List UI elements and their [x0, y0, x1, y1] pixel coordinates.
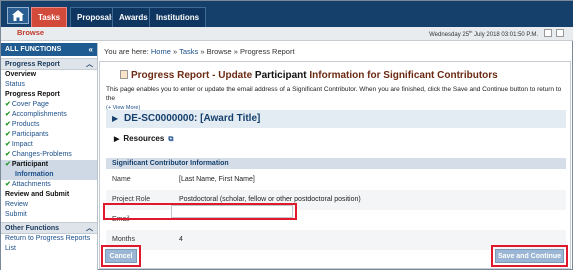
sidebar-item-products[interactable]: ✔Products [5, 120, 97, 130]
sidebar-item-accomplishments[interactable]: ✔Accomplishments [5, 110, 97, 120]
breadcrumb-tasks[interactable]: Tasks [179, 47, 198, 56]
collapse-icon[interactable]: « [89, 43, 93, 56]
check-icon: ✔ [5, 101, 11, 108]
date-display: Wednesday 25th July 2018 03:01:50 P.M. [429, 29, 538, 38]
check-icon: ✔ [5, 131, 11, 138]
sidebar-item-cover-page[interactable]: ✔Cover Page [5, 100, 97, 110]
report-icon [120, 70, 128, 79]
check-icon: ✔ [5, 151, 11, 158]
help-icon[interactable] [556, 29, 564, 37]
sidebar-item-review[interactable]: Review [5, 200, 97, 210]
sidebar-item-participants[interactable]: ✔Participants [5, 130, 97, 140]
breadcrumb: You are here: Home » Tasks » Browse » Pr… [104, 47, 295, 56]
main-panel: Progress Report - Update Participant Inf… [99, 61, 571, 269]
email-highlight [103, 203, 297, 220]
top-nav: Tasks Proposals Awards Institutions [1, 1, 573, 27]
home-icon [12, 10, 24, 21]
sidebar-item-impact[interactable]: ✔Impact [5, 140, 97, 150]
breadcrumb-browse: Browse [206, 47, 232, 56]
all-functions-header: ALL FUNCTIONS « [1, 43, 97, 56]
page-title: Progress Report - Update Participant Inf… [120, 70, 498, 81]
check-icon: ✔ [5, 111, 11, 118]
resources-toggle[interactable]: ▶ Resources ⧉ [114, 134, 173, 144]
other-functions-section[interactable]: Other Functions ︿ [1, 222, 97, 234]
sidebar-item-overview: Overview [5, 71, 37, 78]
browse-link[interactable]: Browse [17, 28, 44, 37]
save-continue-button[interactable]: Save and Continue [495, 249, 564, 263]
sidebar-item-participant[interactable]: ✔Participant [1, 160, 97, 170]
sidebar-item-changes-problems[interactable]: ✔Changes-Problems [5, 150, 97, 160]
sidebar: ALL FUNCTIONS « Progress Report ︿ Overvi… [1, 43, 98, 270]
sidebar-item-list[interactable]: List [5, 244, 97, 254]
sidebar-item-submit[interactable]: Submit [5, 210, 97, 220]
tab-tasks[interactable]: Tasks [31, 7, 68, 27]
breadcrumb-current: Progress Report [239, 47, 295, 56]
sidebar-item-review-and-submit: Review and Submit [5, 191, 70, 198]
section-header: Significant Contributor Information [106, 158, 566, 169]
cancel-button[interactable]: Cancel [105, 249, 137, 263]
tab-institutions[interactable]: Institutions [149, 7, 207, 27]
sidebar-item-progress-report: Progress Report [5, 91, 60, 98]
progress-report-section[interactable]: Progress Report ︿ [1, 58, 97, 70]
check-icon: ✔ [5, 181, 11, 188]
check-icon: ✔ [5, 141, 11, 148]
award-title: DE-SC0000000: [Award Title] [124, 113, 261, 124]
expand-triangle-icon: ▶ [112, 114, 119, 123]
check-icon: ✔ [5, 161, 11, 168]
external-link-icon: ⧉ [168, 136, 174, 143]
sub-bar: Browse Wednesday 25th July 2018 03:01:50… [1, 27, 573, 41]
progress-report-list: Overview Status Progress Report ✔Cover P… [1, 70, 97, 220]
page-description: This page enables you to enter or update… [106, 86, 562, 111]
breadcrumb-home[interactable]: Home [151, 47, 171, 56]
sidebar-item-attachments[interactable]: ✔Attachments [5, 180, 97, 190]
award-header[interactable]: ▶ DE-SC0000000: [Award Title] [106, 110, 566, 128]
check-icon: ✔ [5, 121, 11, 128]
sidebar-item-status[interactable]: Status [5, 80, 97, 90]
sidebar-item-information[interactable]: Information [1, 170, 97, 180]
field-row-name: Name [Last Name, First Name] [106, 170, 566, 190]
print-icon[interactable] [544, 29, 552, 37]
expand-triangle-icon: ▶ [114, 136, 120, 143]
other-functions-list: Return to Progress Reports List [1, 234, 97, 254]
sidebar-item-return-to-progress-reports[interactable]: Return to Progress Reports [5, 234, 97, 244]
home-button[interactable] [7, 7, 29, 24]
